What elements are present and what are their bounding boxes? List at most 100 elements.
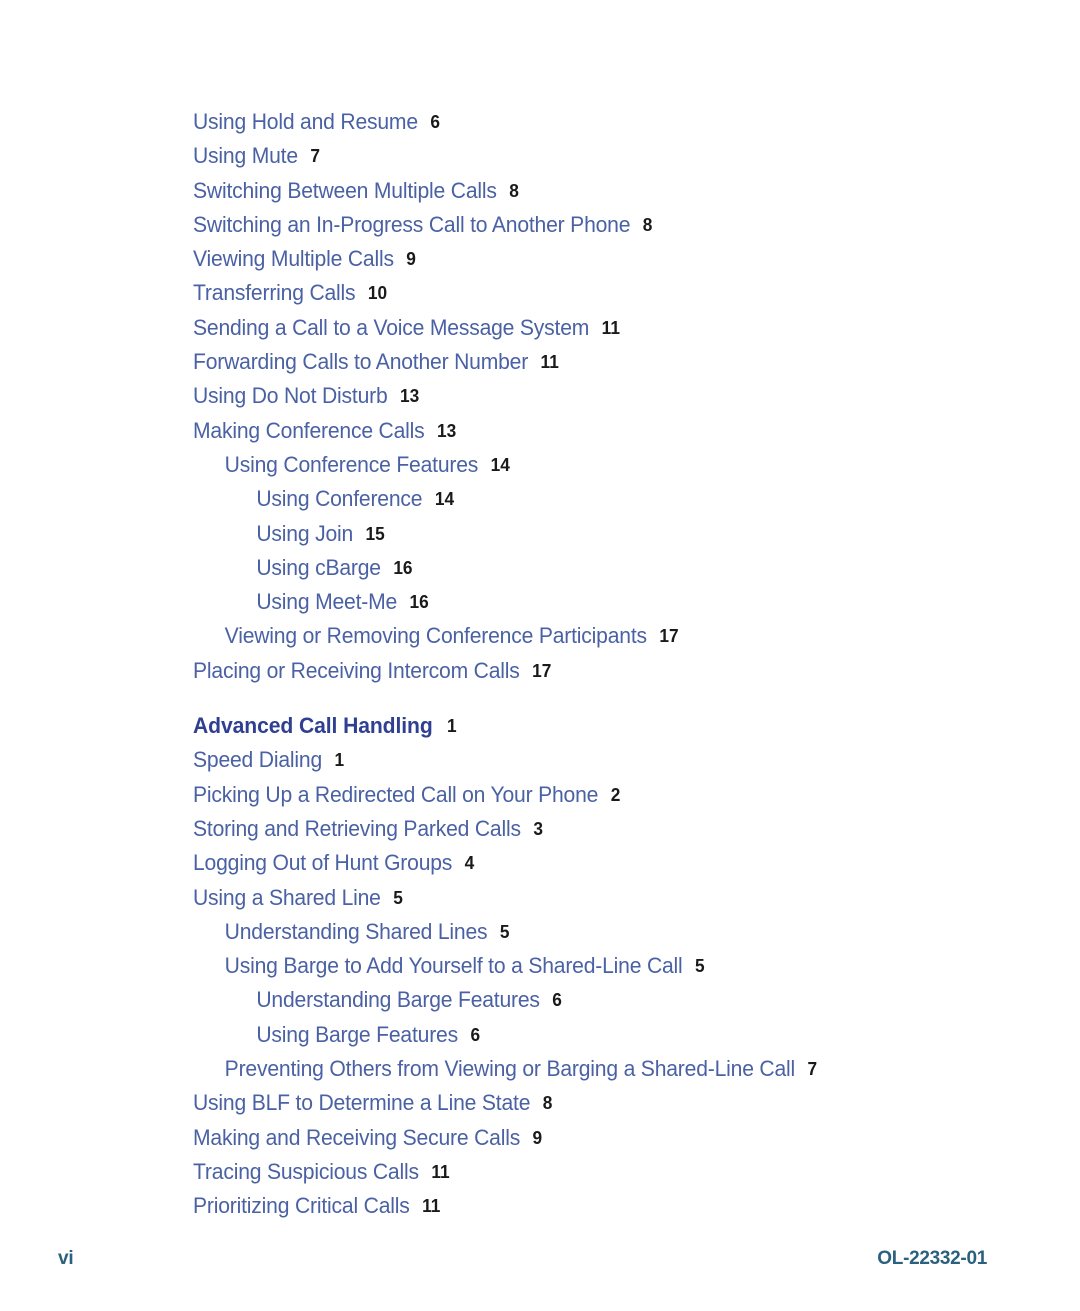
toc-entry-label: Using Join bbox=[256, 520, 354, 546]
toc-entry[interactable]: Understanding Barge Features 6 bbox=[193, 983, 961, 1017]
toc-entry[interactable]: Using Hold and Resume 6 bbox=[193, 105, 961, 139]
toc-entry-page-number: 4 bbox=[464, 853, 475, 874]
toc-entry-page-number: 15 bbox=[365, 523, 385, 544]
toc-entry-page-number: 9 bbox=[532, 1127, 543, 1148]
toc-entry-label: Picking Up a Redirected Call on Your Pho… bbox=[193, 781, 599, 807]
toc-entry[interactable]: Speed Dialing 1 bbox=[193, 743, 961, 777]
toc-entry-label: Using Barge Features bbox=[256, 1021, 458, 1047]
toc-entry-label: Using Mute bbox=[193, 143, 298, 169]
toc-entry-page-number: 1 bbox=[447, 716, 457, 737]
toc-entry[interactable]: Using Conference Features 14 bbox=[193, 448, 961, 482]
toc-entry-page-number: 2 bbox=[610, 784, 621, 805]
toc-entry-label: Placing or Receiving Intercom Calls bbox=[193, 657, 520, 683]
toc-entry-page-number: 11 bbox=[422, 1196, 441, 1217]
toc-entry-label: Logging Out of Hunt Groups bbox=[193, 850, 453, 876]
toc-entry-label: Switching an In-Progress Call to Another… bbox=[193, 211, 631, 237]
toc-entry[interactable]: Using cBarge 16 bbox=[193, 551, 961, 585]
toc-entry-label: Prioritizing Critical Calls bbox=[193, 1193, 410, 1219]
toc-entry-label: Using Conference Features bbox=[224, 451, 479, 477]
toc-entry[interactable]: Using BLF to Determine a Line State 8 bbox=[193, 1086, 961, 1120]
toc-entry[interactable]: Prioritizing Critical Calls 11 bbox=[193, 1189, 961, 1223]
toc-entry-page-number: 11 bbox=[431, 1161, 450, 1182]
footer-page-label: vi bbox=[58, 1248, 74, 1269]
toc-entry-page-number: 17 bbox=[532, 660, 552, 681]
toc-entry[interactable]: Storing and Retrieving Parked Calls 3 bbox=[193, 812, 961, 846]
toc-entry[interactable]: Forwarding Calls to Another Number 11 bbox=[193, 345, 961, 379]
toc-entry[interactable]: Switching an In-Progress Call to Another… bbox=[193, 208, 961, 242]
toc-entry-page-number: 8 bbox=[542, 1093, 553, 1114]
toc-section-heading[interactable]: Advanced Call Handling 1 bbox=[193, 709, 961, 743]
toc-entry-label: Using Conference bbox=[256, 486, 423, 512]
toc-entry[interactable]: Picking Up a Redirected Call on Your Pho… bbox=[193, 778, 961, 812]
toc-entry-page-number: 1 bbox=[334, 750, 345, 771]
toc-entry-page-number: 8 bbox=[642, 214, 653, 235]
toc-entry-label: Using a Shared Line bbox=[193, 884, 381, 910]
toc-entry-label: Storing and Retrieving Parked Calls bbox=[193, 815, 521, 841]
toc-entry[interactable]: Transferring Calls 10 bbox=[193, 276, 961, 310]
toc-entry-page-number: 10 bbox=[367, 283, 388, 304]
toc-entry-label: Forwarding Calls to Another Number bbox=[193, 349, 529, 375]
toc-entry[interactable]: Using Barge to Add Yourself to a Shared-… bbox=[193, 949, 961, 983]
toc-entry-label: Understanding Shared Lines bbox=[224, 918, 488, 944]
toc-entry-page-number: 6 bbox=[552, 990, 562, 1011]
toc-entry-label: Viewing Multiple Calls bbox=[193, 246, 394, 272]
toc-entry-label: Using Do Not Disturb bbox=[193, 383, 388, 409]
toc-entry[interactable]: Using Join 15 bbox=[193, 517, 961, 551]
toc-entry[interactable]: Viewing Multiple Calls 9 bbox=[193, 242, 961, 276]
toc-entry-page-number: 13 bbox=[437, 420, 457, 441]
toc-entry[interactable]: Making and Receiving Secure Calls 9 bbox=[193, 1121, 961, 1155]
toc-entry[interactable]: Logging Out of Hunt Groups 4 bbox=[193, 846, 961, 880]
toc-entry-label: Sending a Call to a Voice Message System bbox=[193, 314, 590, 340]
toc-entry[interactable]: Sending a Call to a Voice Message System… bbox=[193, 311, 961, 345]
toc-entry-label: Using Barge to Add Yourself to a Shared-… bbox=[224, 953, 683, 979]
page-footer: vi OL-22332-01 bbox=[0, 1248, 1080, 1288]
toc-entry-page-number: 7 bbox=[807, 1059, 818, 1080]
toc-entry-page-number: 14 bbox=[490, 454, 510, 475]
toc-entry-page-number: 11 bbox=[540, 352, 559, 373]
toc-entry-page-number: 11 bbox=[601, 317, 620, 338]
toc-entry-page-number: 5 bbox=[695, 956, 705, 977]
toc-entry[interactable]: Using Meet-Me 16 bbox=[193, 585, 961, 619]
toc-entry-page-number: 16 bbox=[409, 592, 429, 613]
toc-entry-page-number: 17 bbox=[659, 626, 679, 647]
footer-document-number: OL-22332-01 bbox=[877, 1248, 987, 1269]
toc-entry-label: Preventing Others from Viewing or Bargin… bbox=[224, 1056, 796, 1082]
toc-entry[interactable]: Switching Between Multiple Calls 8 bbox=[193, 174, 961, 208]
table-of-contents: Using Hold and Resume 6 Using Mute 7 Switchi… bbox=[193, 105, 993, 1224]
toc-entry-label: Switching Between Multiple Calls bbox=[193, 177, 497, 203]
toc-entry[interactable]: Making Conference Calls 13 bbox=[193, 414, 961, 448]
toc-entry-label: Speed Dialing bbox=[193, 747, 323, 773]
toc-entry-page-number: 6 bbox=[430, 112, 440, 132]
toc-entry-page-number: 13 bbox=[400, 386, 420, 407]
toc-entry[interactable]: Understanding Shared Lines 5 bbox=[193, 915, 961, 949]
toc-entry[interactable]: Using Do Not Disturb 13 bbox=[193, 379, 961, 413]
toc-entry-label: Making and Receiving Secure Calls bbox=[193, 1124, 521, 1150]
toc-entry[interactable]: Preventing Others from Viewing or Bargin… bbox=[193, 1052, 961, 1086]
toc-entry-label: Using BLF to Determine a Line State bbox=[193, 1090, 531, 1116]
toc-entry-page-number: 8 bbox=[509, 180, 519, 201]
toc-entry-page-number: 6 bbox=[470, 1024, 481, 1045]
toc-entry-page-number: 5 bbox=[499, 921, 510, 942]
toc-entry[interactable]: Tracing Suspicious Calls 11 bbox=[193, 1155, 961, 1189]
document-page: Using Hold and Resume 6 Using Mute 7 Switchi… bbox=[0, 0, 1080, 1311]
toc-entry[interactable]: Using a Shared Line 5 bbox=[193, 881, 961, 915]
toc-entry-page-number: 3 bbox=[533, 818, 543, 839]
toc-entry[interactable]: Using Barge Features 6 bbox=[193, 1018, 961, 1052]
toc-entry-page-number: 9 bbox=[406, 249, 416, 270]
toc-entry-label: Using cBarge bbox=[256, 554, 381, 580]
toc-entry-page-number: 7 bbox=[310, 146, 321, 167]
toc-entry-label: Advanced Call Handling bbox=[193, 713, 433, 739]
toc-entry[interactable]: Placing or Receiving Intercom Calls 17 bbox=[193, 654, 961, 688]
toc-entry-label: Transferring Calls bbox=[193, 280, 356, 306]
toc-entry[interactable]: Using Mute 7 bbox=[193, 139, 961, 173]
toc-entry-page-number: 5 bbox=[393, 887, 403, 908]
toc-entry-label: Using Hold and Resume bbox=[193, 109, 418, 134]
toc-entry-label: Using Meet-Me bbox=[256, 589, 398, 615]
toc-entry-label: Understanding Barge Features bbox=[256, 987, 540, 1013]
toc-entry[interactable]: Using Conference 14 bbox=[193, 482, 961, 516]
toc-entry-label: Viewing or Removing Conference Participa… bbox=[224, 623, 647, 649]
toc-entry-label: Tracing Suspicious Calls bbox=[193, 1158, 419, 1184]
toc-entry[interactable]: Viewing or Removing Conference Participa… bbox=[193, 619, 961, 653]
toc-entry-page-number: 16 bbox=[393, 557, 413, 578]
toc-entry-page-number: 14 bbox=[434, 489, 455, 510]
